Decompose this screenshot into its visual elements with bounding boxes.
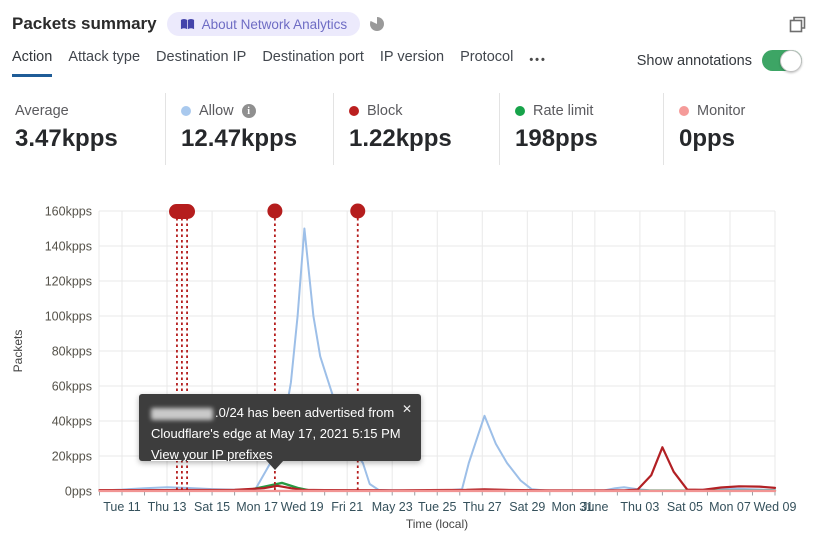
y-tick-label: 140kpps — [45, 240, 92, 254]
x-tick-label: Wed 09 — [754, 500, 797, 514]
x-tick-label: Wed 19 — [281, 500, 324, 514]
x-tick-label: May 23 — [372, 500, 413, 514]
annotation-marker-dot — [350, 203, 366, 219]
y-tick-label: 100kpps — [45, 310, 92, 324]
x-tick-label: Sat 05 — [667, 500, 703, 514]
x-tick-label: Mon 17 — [236, 500, 278, 514]
annotation-marker-dot — [267, 203, 283, 219]
x-tick-label: Thu 27 — [463, 500, 502, 514]
x-tick-label: Tue 11 — [103, 500, 141, 514]
y-tick-label: 160kpps — [45, 205, 92, 219]
x-axis-title: Time (local) — [406, 517, 468, 531]
y-tick-label: 120kpps — [45, 275, 92, 289]
y-tick-label: 40kpps — [52, 415, 92, 429]
tooltip-arrow — [266, 460, 284, 470]
x-tick-label: Tue 25 — [418, 500, 457, 514]
annotation-marker-cluster — [169, 204, 196, 219]
x-tick-label: Thu 13 — [148, 500, 187, 514]
x-tick-label: Thu 03 — [620, 500, 659, 514]
annotation-tooltip: ✕ .0/24 has been advertised from Cloudfl… — [139, 394, 421, 470]
y-tick-label: 80kpps — [52, 345, 92, 359]
x-tick-label: Fri 21 — [331, 500, 363, 514]
view-ip-prefixes-link[interactable]: View your IP prefixes — [151, 447, 273, 462]
redacted-ip-prefix — [151, 407, 213, 420]
x-tick-label: June — [581, 500, 608, 514]
tooltip-close-icon[interactable]: ✕ — [402, 399, 412, 420]
x-tick-label: Mon 07 — [709, 500, 751, 514]
tooltip-line2: Cloudflare's edge at May 17, 2021 5:15 P… — [151, 426, 401, 441]
x-tick-label: Sat 15 — [194, 500, 230, 514]
y-tick-label: 20kpps — [52, 450, 92, 464]
y-tick-label: 0pps — [65, 485, 92, 499]
y-tick-label: 60kpps — [52, 380, 92, 394]
y-axis-title: Packets — [11, 330, 25, 373]
packets-summary-panel: Packets summary About Network Analytics … — [0, 0, 816, 545]
tooltip-line1: .0/24 has been advertised from — [151, 402, 409, 423]
x-tick-label: Sat 29 — [509, 500, 545, 514]
